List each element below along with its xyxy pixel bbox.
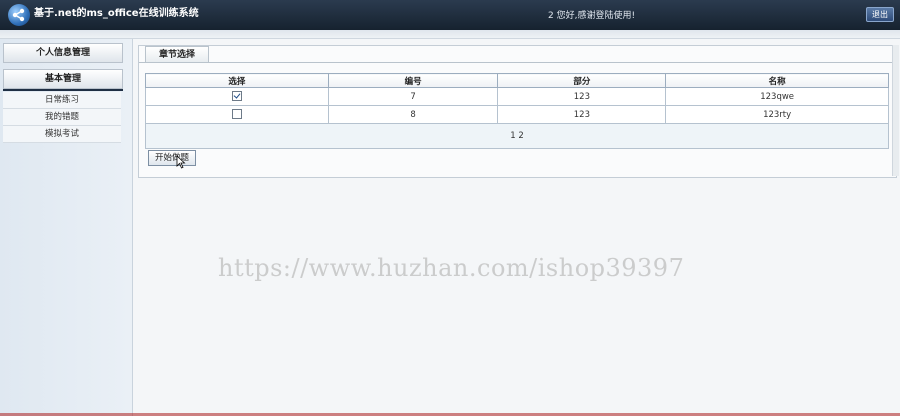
mouse-cursor-icon <box>176 155 186 169</box>
top-header-bar: 基于.net的ms_office在线训练系统 2 您好,感谢登陆使用! 退出 <box>0 0 900 30</box>
row-checkbox[interactable] <box>231 109 242 120</box>
row-checkbox[interactable] <box>231 91 242 102</box>
watermark-text: https://www.huzhan.com/ishop39397 <box>218 254 685 282</box>
sidebar-section-basic-management[interactable]: 基本管理 <box>3 69 123 89</box>
column-header-id: 编号 <box>327 73 499 88</box>
tab-chapter-select[interactable]: 章节选择 <box>145 46 209 63</box>
app-title: 基于.net的ms_office在线训练系统 <box>34 8 199 19</box>
chapter-table: 选择 编号 部分 名称 7 123 123qwe 8 123 123rty 1 … <box>145 73 889 149</box>
part-cell: 123 <box>497 105 667 124</box>
start-practice-button[interactable]: 开始做题 <box>148 150 196 166</box>
sidebar: 个人信息管理 基本管理 日常练习 我的错题 模拟考试 <box>0 39 133 416</box>
logout-button[interactable]: 退出 <box>866 7 894 22</box>
sidebar-item-mock-exam[interactable]: 模拟考试 <box>3 126 121 143</box>
tab-divider <box>139 62 896 63</box>
logo-icon <box>8 4 30 26</box>
table-header-row: 选择 编号 部分 名称 <box>145 73 889 88</box>
select-cell <box>145 105 329 124</box>
select-cell <box>145 87 329 106</box>
panel-scrollbar[interactable] <box>892 45 899 176</box>
column-header-select: 选择 <box>145 73 329 88</box>
sidebar-item-daily-practice[interactable]: 日常练习 <box>3 92 121 109</box>
pager-row: 1 2 <box>145 123 889 149</box>
part-cell: 123 <box>497 87 667 106</box>
name-cell: 123qwe <box>665 87 889 106</box>
welcome-text: 2 您好,感谢登陆使用! <box>548 11 636 21</box>
column-header-part: 部分 <box>497 73 667 88</box>
sidebar-item-my-wrong-questions[interactable]: 我的错题 <box>3 109 121 126</box>
table-row: 8 123 123rty <box>145 105 889 124</box>
sidebar-section-personal-info[interactable]: 个人信息管理 <box>3 43 123 63</box>
id-cell: 8 <box>327 105 499 124</box>
id-cell: 7 <box>327 87 499 106</box>
sidebar-divider <box>3 89 123 91</box>
chapter-panel: 章节选择 选择 编号 部分 名称 7 123 123qwe 8 123 123r… <box>138 45 897 178</box>
name-cell: 123rty <box>665 105 889 124</box>
column-header-name: 名称 <box>665 73 889 88</box>
header-divider <box>0 30 900 39</box>
table-row: 7 123 123qwe <box>145 87 889 106</box>
pager-links[interactable]: 1 2 <box>145 123 889 149</box>
